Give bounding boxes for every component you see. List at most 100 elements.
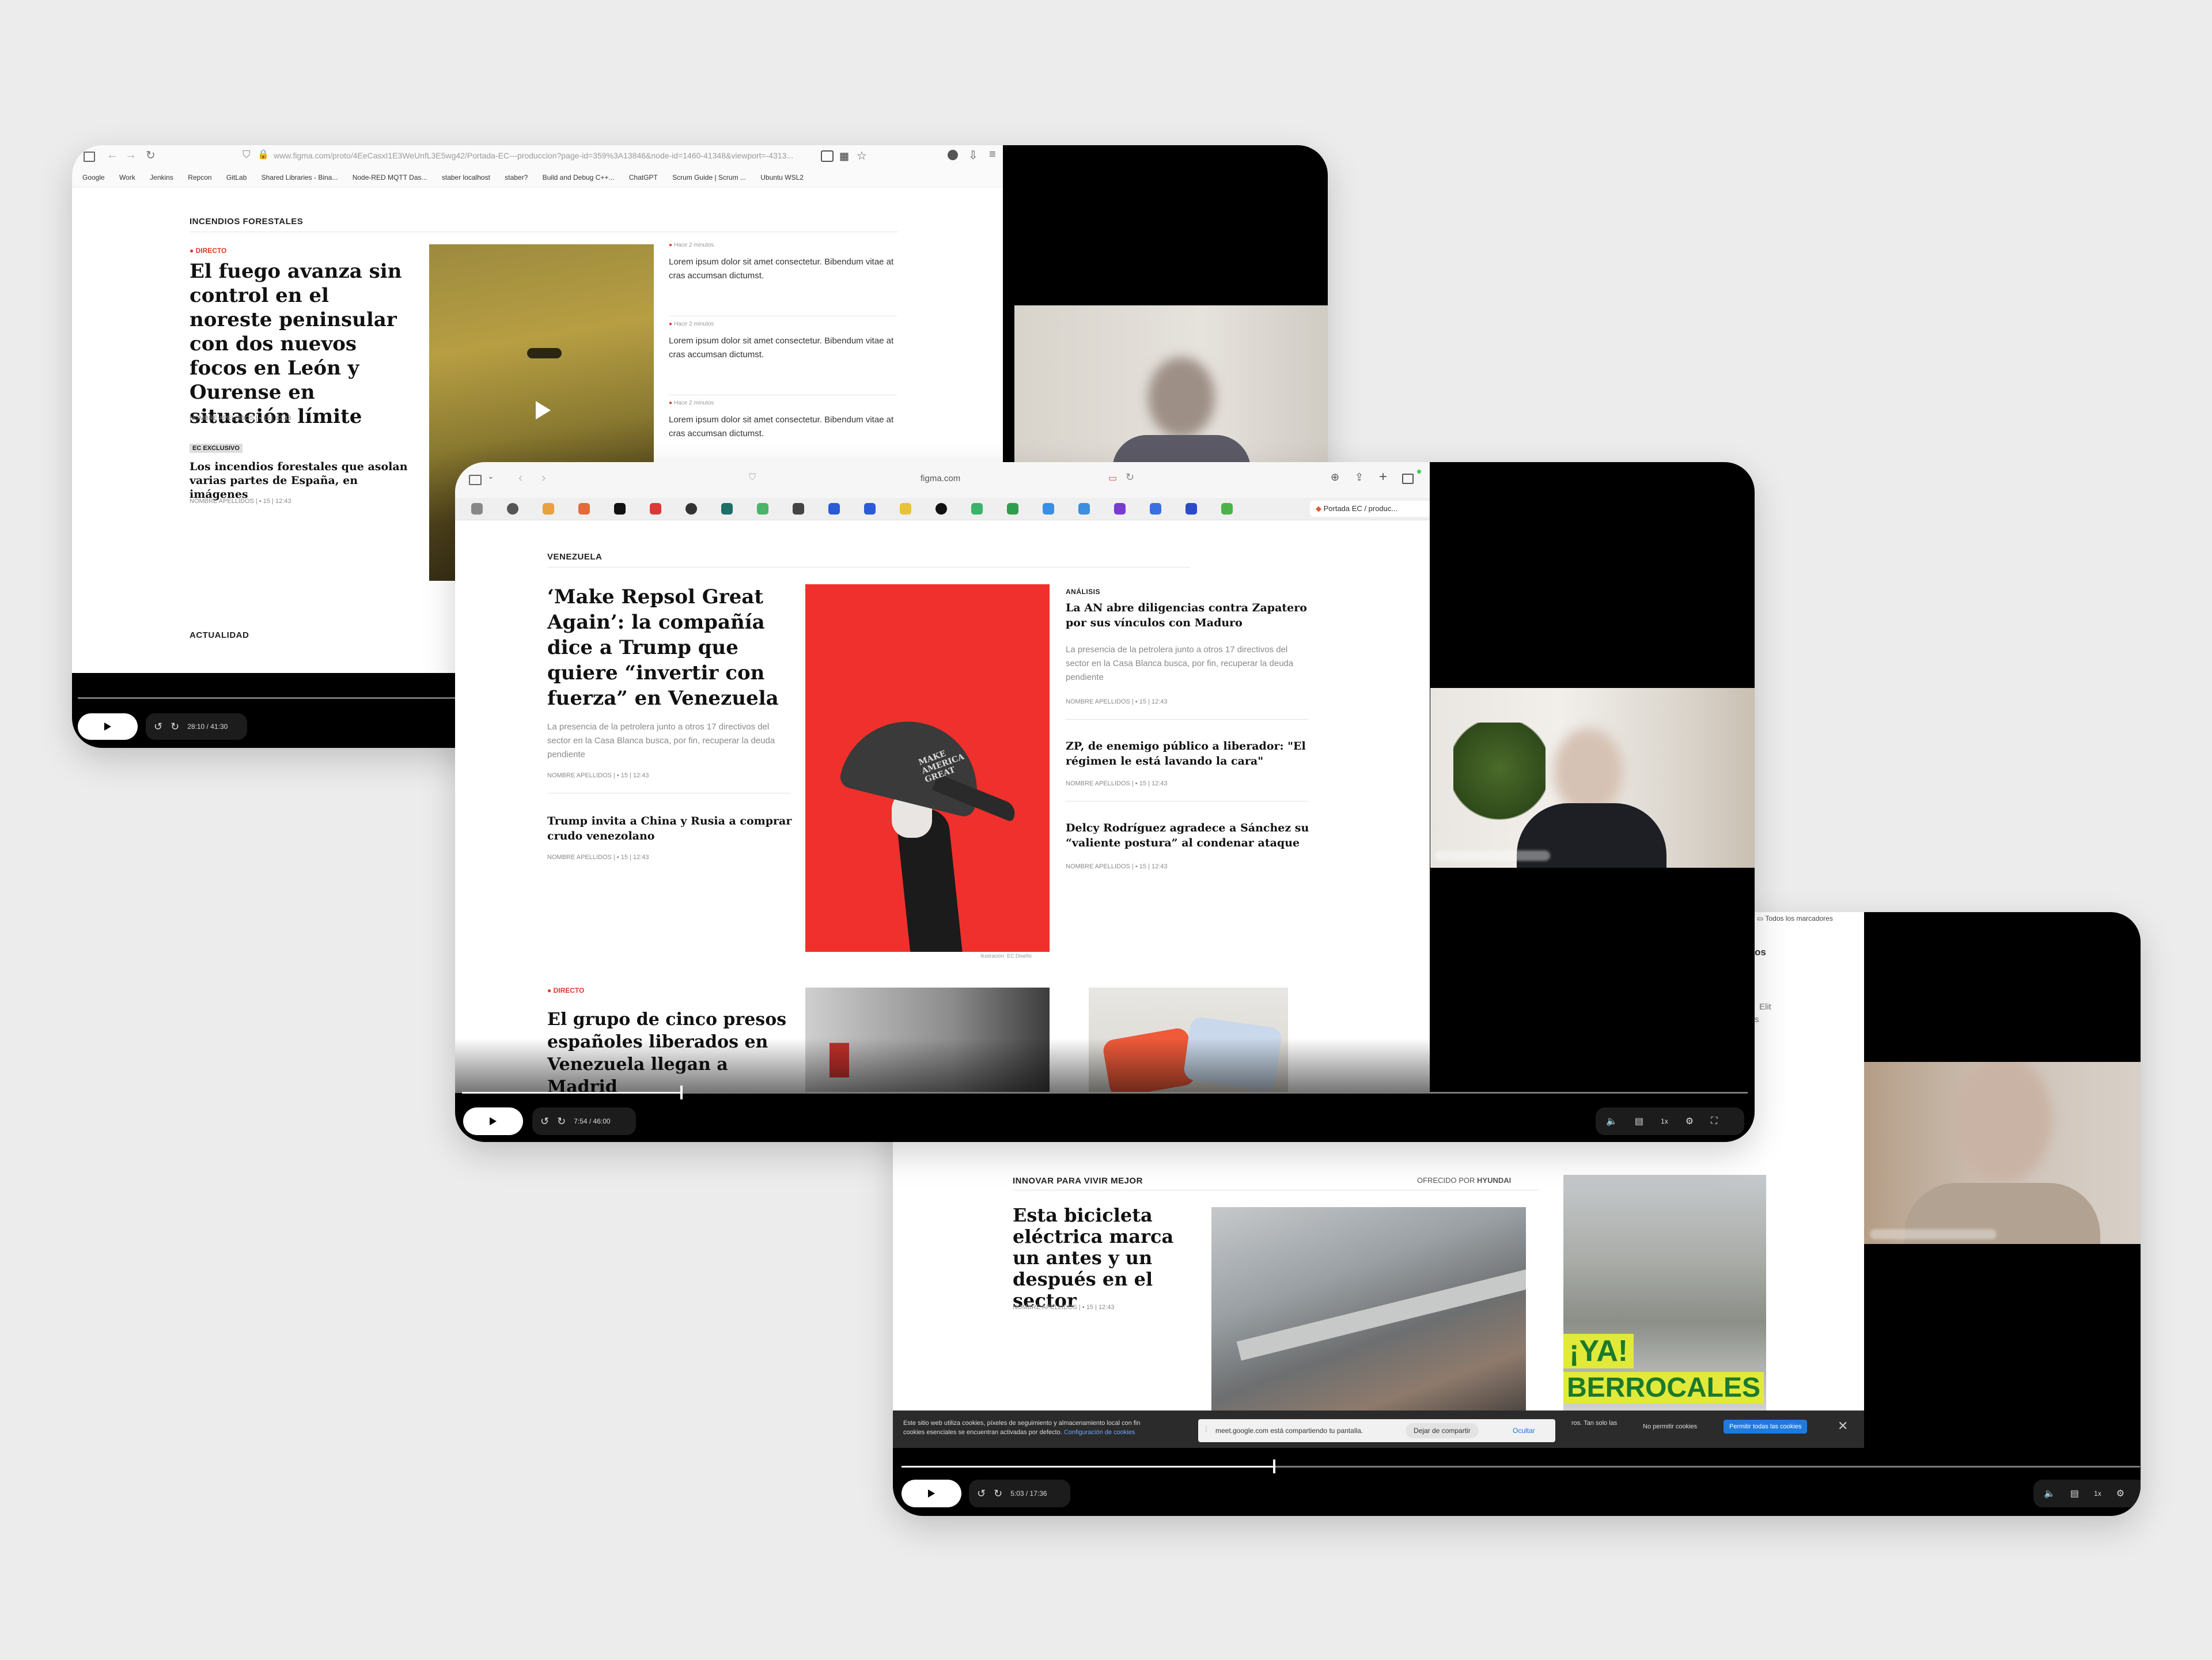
favorite-icon[interactable] bbox=[828, 503, 840, 515]
bookmark-chatgpt[interactable]: ChatGPT bbox=[629, 168, 658, 187]
forward-icon[interactable]: → bbox=[125, 149, 137, 162]
bookmark-staber[interactable]: staber? bbox=[505, 168, 528, 187]
forward-skip-icon[interactable]: ↻ bbox=[994, 1488, 1002, 1500]
menu-icon[interactable]: ≡ bbox=[989, 148, 996, 161]
play-button[interactable] bbox=[463, 1107, 523, 1135]
main-headline[interactable]: ‘Make Repsol Great Again’: la compañía d… bbox=[547, 584, 795, 711]
play-button[interactable] bbox=[902, 1480, 961, 1507]
favorite-icon[interactable] bbox=[793, 503, 804, 515]
cap-illustration[interactable]: MAKE AMERICA GREAT bbox=[805, 584, 1050, 952]
bookmark-repcon[interactable]: Repcon bbox=[188, 168, 211, 187]
favorite-icon[interactable] bbox=[578, 503, 590, 515]
cookie-settings-link[interactable]: Configuración de cookies bbox=[1064, 1429, 1135, 1436]
favorite-icon[interactable] bbox=[1043, 503, 1054, 515]
bookmark-build-debug[interactable]: Build and Debug C++... bbox=[543, 168, 615, 187]
share-icon[interactable]: ⇪ bbox=[1355, 471, 1363, 483]
favorite-icon[interactable] bbox=[543, 503, 554, 515]
favorite-icon[interactable] bbox=[1078, 503, 1090, 515]
reload-icon[interactable]: ↻ bbox=[146, 148, 156, 162]
favorite-icon[interactable] bbox=[1150, 503, 1161, 515]
url-bar[interactable]: www.figma.com/proto/4EeCasxI1E3WeUnfL3E5… bbox=[274, 151, 809, 160]
favorite-icon[interactable] bbox=[971, 503, 983, 515]
main-headline[interactable]: Esta bicicleta eléctrica marca un antes … bbox=[1013, 1205, 1197, 1311]
bookmark-gitlab[interactable]: GitLab bbox=[226, 168, 247, 187]
url-bar[interactable]: figma.com bbox=[921, 474, 960, 483]
bookmark-staber-localhost[interactable]: staber localhost bbox=[442, 168, 490, 187]
forward-icon[interactable]: › bbox=[541, 470, 546, 485]
volume-icon[interactable]: 🔈 bbox=[1606, 1116, 1618, 1127]
favorite-icon[interactable] bbox=[1185, 503, 1197, 515]
feed-item[interactable]: ● Hace 2 minutos Lorem ipsum dolor sit a… bbox=[669, 400, 897, 464]
captions-icon[interactable]: ▤ bbox=[2070, 1488, 2079, 1499]
chevron-down-icon[interactable]: ⌄ bbox=[487, 471, 494, 481]
right-headline-3[interactable]: Delcy Rodríguez agradece a Sánchez su “v… bbox=[1066, 820, 1313, 850]
analysis-headline[interactable]: La AN abre diligencias contra Zapatero p… bbox=[1066, 600, 1313, 630]
sidebar-icon[interactable] bbox=[84, 152, 95, 162]
feed-item[interactable]: ● Hace 2 minutos Lorem ipsum dolor sit a… bbox=[669, 321, 897, 395]
scrub-knob[interactable] bbox=[680, 1086, 683, 1099]
sub-headline[interactable]: Trump invita a China y Rusia a comprar c… bbox=[547, 814, 795, 844]
bookmark-work[interactable]: Work bbox=[119, 168, 135, 187]
profile-icon[interactable] bbox=[948, 150, 958, 160]
right-headline-2[interactable]: ZP, de enemigo público a liberador: "El … bbox=[1066, 739, 1313, 769]
allow-cookies-button[interactable]: Permitir todas las cookies bbox=[1724, 1420, 1808, 1434]
favorite-icon[interactable] bbox=[471, 503, 483, 515]
back-icon[interactable]: ← bbox=[107, 149, 118, 162]
favorite-icon[interactable] bbox=[864, 503, 876, 515]
volume-icon[interactable]: 🔈 bbox=[2044, 1488, 2055, 1499]
cast-icon[interactable]: ▭ bbox=[1108, 472, 1117, 484]
feed-item[interactable]: ● Hace 2 minutos Lorem ipsum dolor sit a… bbox=[669, 242, 897, 316]
stop-sharing-button[interactable]: Dejar de compartir bbox=[1406, 1423, 1479, 1438]
main-headline[interactable]: El fuego avanza sin control en el norest… bbox=[190, 259, 408, 429]
reload-icon[interactable]: ↻ bbox=[1126, 471, 1134, 483]
share-icon[interactable] bbox=[821, 150, 834, 162]
fullscreen-icon[interactable]: ⛶ bbox=[1711, 1116, 1717, 1126]
bookmark-scrum-guide[interactable]: Scrum Guide | Scrum ... bbox=[672, 168, 746, 187]
download-icon[interactable]: ⊕ bbox=[1331, 471, 1339, 483]
forward-skip-icon[interactable]: ↻ bbox=[171, 721, 179, 733]
bicycle-video-thumbnail[interactable] bbox=[1211, 1207, 1526, 1415]
favorite-icon[interactable] bbox=[1007, 503, 1018, 515]
bookmark-jenkins[interactable]: Jenkins bbox=[150, 168, 173, 187]
advertisement-banner[interactable]: ¡YA! BERROCALES bbox=[1563, 1175, 1766, 1419]
bookmark-google[interactable]: Google bbox=[82, 168, 105, 187]
captions-icon[interactable]: ▤ bbox=[1635, 1116, 1643, 1127]
favorite-icon[interactable] bbox=[935, 503, 947, 515]
new-tab-icon[interactable]: + bbox=[1379, 469, 1387, 485]
favorite-icon[interactable] bbox=[900, 503, 911, 515]
extensions-icon[interactable]: ▦ bbox=[839, 150, 849, 162]
active-tab[interactable]: ◆ Portada EC / produc... bbox=[1310, 501, 1430, 517]
bookmark-shared-libraries[interactable]: Shared Libraries - Bina... bbox=[262, 168, 338, 187]
close-icon[interactable]: ✕ bbox=[1838, 1419, 1848, 1434]
tabs-overview-icon[interactable] bbox=[1402, 474, 1414, 484]
rewind-icon[interactable]: ↺ bbox=[540, 1116, 549, 1128]
secondary-headline[interactable]: Los incendios forestales que asolan vari… bbox=[190, 460, 408, 501]
playback-speed[interactable]: 1x bbox=[1661, 1117, 1668, 1125]
bookmark-node-red[interactable]: Node-RED MQTT Das... bbox=[353, 168, 427, 187]
rewind-icon[interactable]: ↺ bbox=[154, 721, 162, 733]
favorite-icon[interactable] bbox=[721, 503, 733, 515]
hide-button[interactable]: Ocultar bbox=[1513, 1427, 1535, 1435]
favorite-icon[interactable] bbox=[507, 503, 518, 515]
star-icon[interactable]: ☆ bbox=[857, 149, 867, 163]
playback-speed[interactable]: 1x bbox=[2094, 1489, 2101, 1498]
bookmarks-label[interactable]: ▭ Todos los marcadores bbox=[1757, 914, 1833, 922]
deny-cookies-button[interactable]: No permitir cookies bbox=[1643, 1423, 1697, 1430]
share-handle-icon[interactable]: ⋮ bbox=[1203, 1425, 1210, 1433]
bookmark-ubuntu-wsl2[interactable]: Ubuntu WSL2 bbox=[760, 168, 804, 187]
favorite-icon[interactable] bbox=[757, 503, 768, 515]
rewind-icon[interactable]: ↺ bbox=[977, 1488, 986, 1500]
favorite-icon[interactable] bbox=[685, 503, 697, 515]
favorite-icon[interactable] bbox=[1114, 503, 1126, 515]
forward-skip-icon[interactable]: ↻ bbox=[557, 1116, 566, 1128]
favorite-icon[interactable] bbox=[650, 503, 661, 515]
settings-gear-icon[interactable]: ⚙ bbox=[1685, 1116, 1694, 1127]
favorite-icon[interactable] bbox=[1221, 503, 1233, 515]
scrub-knob[interactable] bbox=[1273, 1459, 1275, 1473]
sidebar-icon[interactable] bbox=[469, 475, 482, 485]
settings-gear-icon[interactable]: ⚙ bbox=[2116, 1488, 2124, 1499]
play-button[interactable] bbox=[78, 713, 138, 740]
download-icon[interactable]: ⇩ bbox=[968, 148, 978, 162]
play-icon[interactable] bbox=[536, 401, 551, 419]
favorite-icon[interactable] bbox=[614, 503, 626, 515]
